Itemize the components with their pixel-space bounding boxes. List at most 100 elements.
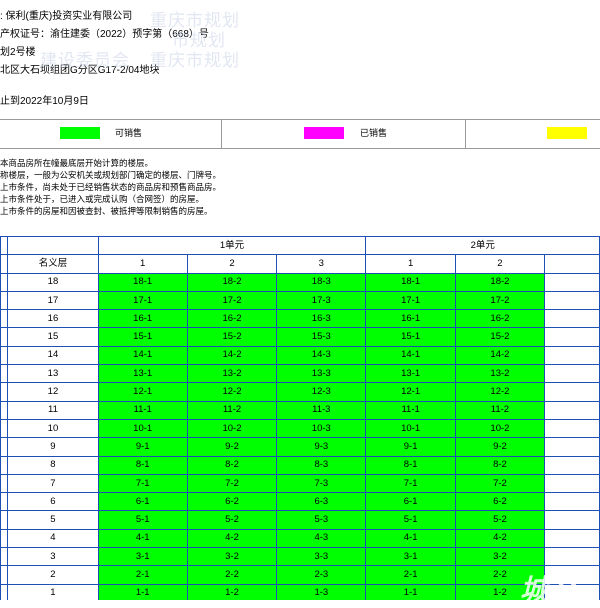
room-cell-available[interactable]: 10-1 [365, 418, 456, 439]
room-cell-available[interactable]: 4-1 [97, 528, 188, 549]
room-cell-available[interactable]: 7-1 [97, 473, 188, 494]
room-cell-available[interactable]: 5-2 [186, 510, 278, 530]
room-cell-available[interactable]: 12-3 [276, 382, 367, 402]
room-cell-available[interactable]: 16-3 [276, 309, 367, 329]
room-cell-available[interactable]: 10-1 [97, 418, 188, 439]
room-cell-available[interactable]: 3-2 [454, 547, 546, 567]
room-cell-available[interactable]: 3-1 [97, 547, 188, 567]
room-cell-available[interactable]: 8-2 [454, 455, 546, 475]
room-cell-available[interactable]: 17-2 [186, 290, 278, 311]
room-cell-available[interactable]: 13-2 [186, 364, 278, 384]
room-cell-available[interactable]: 4-2 [186, 528, 278, 549]
room-cell-available[interactable]: 14-2 [186, 345, 278, 366]
floor-row: 10 10-1 10-2 10-3 10-1 10-2 [0, 418, 600, 439]
room-cell-available[interactable]: 9-2 [454, 437, 546, 457]
room-cell-available[interactable]: 10-3 [276, 418, 367, 439]
room-cell-available[interactable]: 17-2 [454, 290, 546, 311]
room-cell-available[interactable]: 11-2 [186, 400, 278, 420]
room-cell-available[interactable]: 12-2 [454, 382, 546, 402]
room-cell-available[interactable]: 17-3 [276, 290, 367, 311]
room-cell-available[interactable]: 11-3 [276, 400, 367, 420]
room-number-header: 3 [276, 254, 367, 274]
room-cell-available[interactable]: 11-2 [454, 400, 546, 420]
room-cell-available[interactable]: 14-3 [276, 345, 367, 366]
row-gutter-cell [0, 400, 9, 420]
room-cell-available[interactable]: 3-3 [276, 547, 367, 567]
room-cell-available[interactable]: 1-3 [276, 583, 367, 600]
room-cell-available[interactable]: 14-1 [365, 345, 456, 366]
room-cell-available[interactable]: 6-2 [186, 492, 278, 512]
room-cell-available[interactable]: 13-2 [454, 364, 546, 384]
room-cell-available[interactable]: 13-1 [97, 364, 188, 384]
room-cell-available[interactable]: 7-1 [365, 473, 456, 494]
room-cell-available[interactable]: 18-3 [276, 272, 367, 292]
room-cell-available[interactable]: 8-3 [276, 455, 367, 475]
room-cell-available[interactable]: 1-1 [365, 583, 456, 600]
project-info: : 保利(重庆)投资实业有限公司 产权证号：渝住建委（2022）预字第（668）… [0, 0, 600, 108]
room-cell-available[interactable]: 3-1 [365, 547, 456, 567]
room-cell-empty [544, 382, 600, 402]
legend-restricted [466, 120, 600, 148]
room-cell-available[interactable]: 12-2 [186, 382, 278, 402]
room-cell-available[interactable]: 2-3 [276, 565, 367, 585]
room-cell-available[interactable]: 9-2 [186, 437, 278, 457]
room-cell-available[interactable]: 4-3 [276, 528, 367, 549]
room-cell-available[interactable]: 13-3 [276, 364, 367, 384]
floor-row: 18 18-1 18-2 18-3 18-1 18-2 [0, 272, 600, 292]
room-cell-available[interactable]: 15-1 [97, 327, 188, 347]
room-cell-available[interactable]: 5-1 [365, 510, 456, 530]
room-cell-available[interactable]: 4-2 [454, 528, 546, 549]
room-cell-available[interactable]: 16-1 [365, 309, 456, 329]
room-cell-available[interactable]: 8-1 [365, 455, 456, 475]
room-cell-available[interactable]: 5-1 [97, 510, 188, 530]
room-cell-available[interactable]: 17-1 [365, 290, 456, 311]
room-cell-available[interactable]: 14-2 [454, 345, 546, 366]
room-cell-available[interactable]: 12-1 [97, 382, 188, 402]
room-cell-available[interactable]: 4-1 [365, 528, 456, 549]
room-cell-available[interactable]: 5-2 [454, 510, 546, 530]
room-cell-available[interactable]: 2-2 [186, 565, 278, 585]
room-cell-available[interactable]: 18-2 [454, 272, 546, 292]
room-cell-available[interactable]: 1-2 [186, 583, 278, 600]
floor-number-cell: 3 [7, 547, 99, 567]
room-cell-available[interactable]: 16-2 [186, 309, 278, 329]
room-cell-available[interactable]: 6-1 [365, 492, 456, 512]
watermark-logo: 城林 [520, 574, 581, 605]
room-cell-available[interactable]: 9-1 [97, 437, 188, 457]
room-cell-available[interactable]: 18-1 [365, 272, 456, 292]
room-cell-available[interactable]: 6-3 [276, 492, 367, 512]
room-cell-available[interactable]: 7-3 [276, 473, 367, 494]
room-cell-available[interactable]: 7-2 [186, 473, 278, 494]
room-cell-available[interactable]: 1-1 [97, 583, 188, 600]
room-cell-available[interactable]: 8-2 [186, 455, 278, 475]
room-cell-available[interactable]: 18-1 [97, 272, 188, 292]
room-cell-available[interactable]: 15-1 [365, 327, 456, 347]
room-cell-available[interactable]: 17-1 [97, 290, 188, 311]
room-cell-available[interactable]: 8-1 [97, 455, 188, 475]
building-line: 划2号楼 [0, 47, 36, 58]
room-cell-available[interactable]: 5-3 [276, 510, 367, 530]
room-cell-available[interactable]: 10-2 [186, 418, 278, 439]
room-cell-available[interactable]: 15-2 [454, 327, 546, 347]
room-cell-available[interactable]: 15-2 [186, 327, 278, 347]
room-cell-available[interactable]: 9-3 [276, 437, 367, 457]
room-cell-available[interactable]: 2-1 [365, 565, 456, 585]
floor-row: 15 15-1 15-2 15-3 15-1 15-2 [0, 327, 600, 347]
room-cell-available[interactable]: 13-1 [365, 364, 456, 384]
room-cell-available[interactable]: 10-2 [454, 418, 546, 439]
room-cell-available[interactable]: 18-2 [186, 272, 278, 292]
room-cell-available[interactable]: 11-1 [365, 400, 456, 420]
room-cell-available[interactable]: 3-2 [186, 547, 278, 567]
room-cell-available[interactable]: 12-1 [365, 382, 456, 402]
room-cell-available[interactable]: 6-2 [454, 492, 546, 512]
room-cell-available[interactable]: 9-1 [365, 437, 456, 457]
room-cell-available[interactable]: 16-2 [454, 309, 546, 329]
room-cell-available[interactable]: 16-1 [97, 309, 188, 329]
room-cell-available[interactable]: 15-3 [276, 327, 367, 347]
room-cell-available[interactable]: 6-1 [97, 492, 188, 512]
room-cell-available[interactable]: 7-2 [454, 473, 546, 494]
room-cell-available[interactable]: 11-1 [97, 400, 188, 420]
floor-number-cell: 13 [7, 364, 99, 384]
room-cell-available[interactable]: 2-1 [97, 565, 188, 585]
room-cell-available[interactable]: 14-1 [97, 345, 188, 366]
